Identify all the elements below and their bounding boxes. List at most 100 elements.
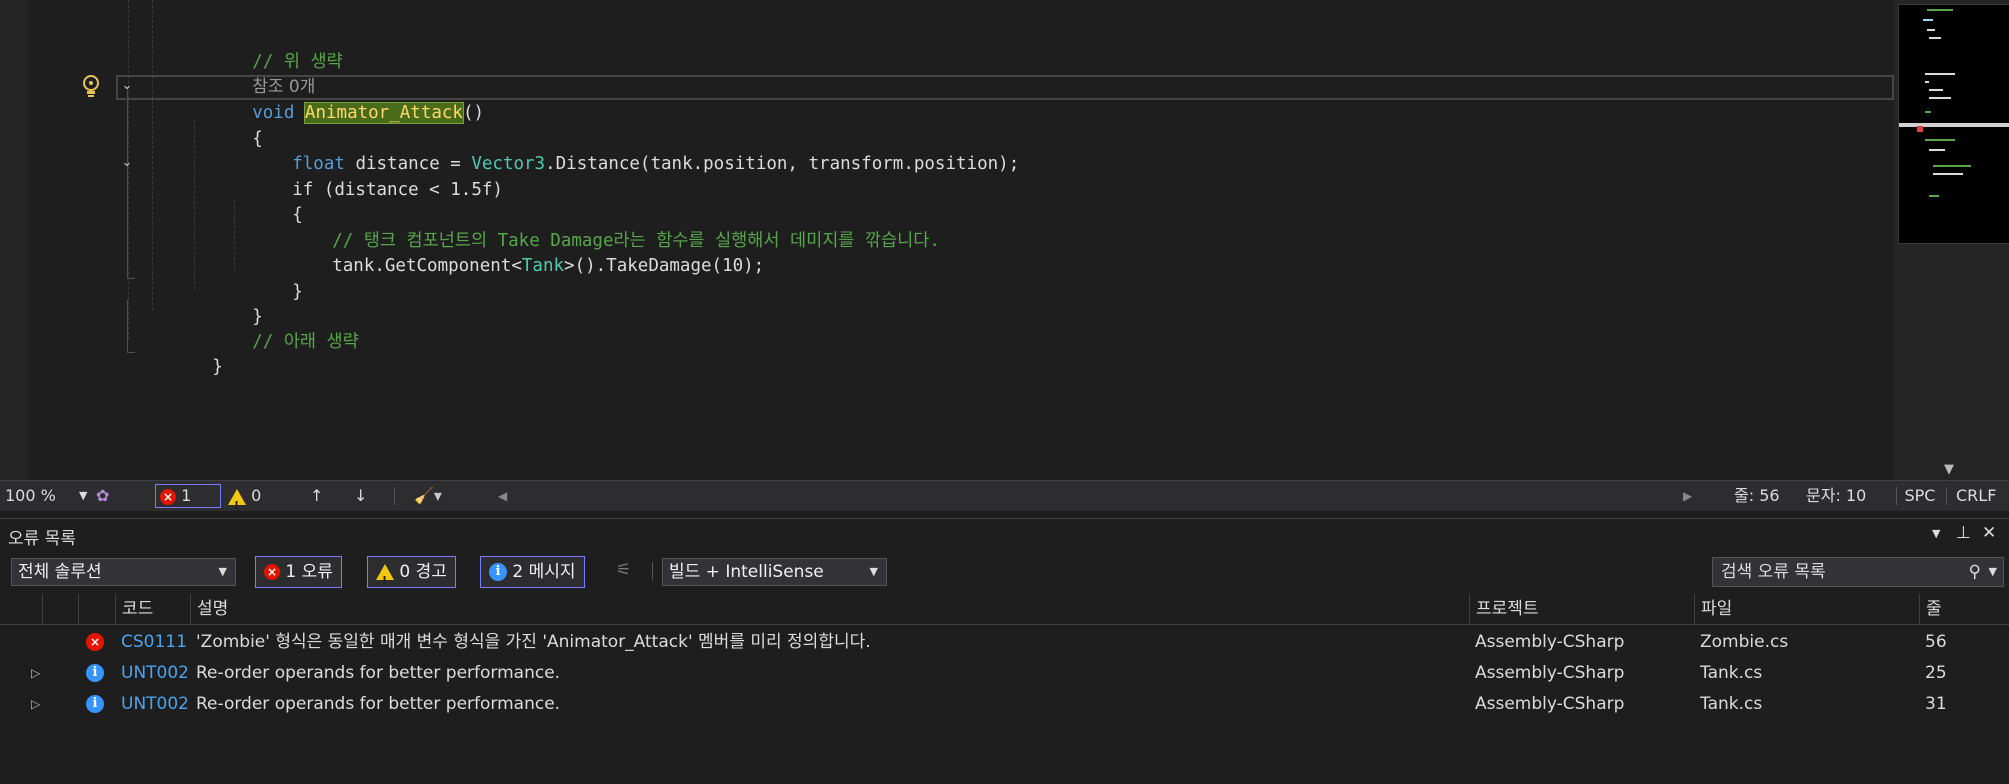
column-description[interactable]: 설명 xyxy=(190,594,1469,624)
divider xyxy=(394,487,395,505)
code-minimap[interactable] xyxy=(1898,4,2009,244)
message-line: 25 xyxy=(1925,663,1947,683)
message-description: Re-order operands for better performance… xyxy=(196,694,561,714)
error-list-toolbar: 전체 솔루션 ▼ × 1 오류 0 경고 i 2 메시지 ⚟ 빌드 + Inte… xyxy=(0,556,2009,596)
whitespace-indicator[interactable]: SPC xyxy=(1896,481,1944,511)
minimap-line xyxy=(1933,165,1971,167)
editor-margin xyxy=(0,0,28,480)
message-line: 31 xyxy=(1925,694,1947,714)
info-icon: i xyxy=(86,658,104,688)
code-line: tank.GetComponent<Tank>().TakeDamage(10)… xyxy=(269,227,764,276)
scroll-left-icon[interactable]: ◀ xyxy=(498,481,507,511)
code-line: // 아래 생략 xyxy=(189,303,359,352)
brace: } xyxy=(292,282,303,302)
table-row[interactable]: × CS0111 'Zombie' 형식은 동일한 매개 변수 형식을 가진 '… xyxy=(0,627,2009,657)
code-line: void Animator_Attack() xyxy=(189,74,484,124)
info-icon: i xyxy=(86,689,104,719)
message-code-link[interactable]: UNT0024 xyxy=(121,658,187,688)
build-source-value: 빌드 + IntelliSense xyxy=(669,562,824,582)
error-code-link[interactable]: CS0111 xyxy=(121,627,187,657)
info-icon: i xyxy=(489,563,507,581)
error-count[interactable]: × 1 xyxy=(160,481,191,511)
warning-icon xyxy=(228,488,246,521)
minimap-line xyxy=(1933,173,1963,175)
column-severity[interactable] xyxy=(78,594,115,624)
message-project: Assembly-CSharp xyxy=(1475,694,1625,714)
code-text: .Distance(tank.position, transform.posit… xyxy=(545,154,1020,174)
column-line[interactable]: 줄 xyxy=(1919,594,2009,624)
arrow-up-icon[interactable]: ↑ xyxy=(310,481,323,511)
minimap-error-marker xyxy=(1917,126,1923,132)
chevron-down-icon: ▼ xyxy=(218,565,227,578)
line-number-indicator[interactable]: 줄: 56 xyxy=(1734,481,1780,511)
error-description: 'Zombie' 형식은 동일한 매개 변수 형식을 가진 'Animator_… xyxy=(196,632,871,652)
scope-value: 전체 솔루션 xyxy=(18,562,102,582)
errors-filter-button[interactable]: × 1 오류 xyxy=(255,556,342,588)
parens: () xyxy=(462,103,485,123)
comment-text: // 아래 생략 xyxy=(252,332,359,352)
table-header: 코드 설명 프로젝트 파일 줄 xyxy=(0,594,2009,625)
chevron-down-icon: ▼ xyxy=(869,565,878,578)
code-line: float distance = Vector3.Distance(tank.p… xyxy=(229,125,1019,174)
error-file: Zombie.cs xyxy=(1700,632,1789,652)
minimap-line xyxy=(1923,19,1933,21)
code-cleanup-icon[interactable]: 🧹▾ xyxy=(414,481,442,511)
table-row[interactable]: ▷ i UNT0024 Re-order operands for better… xyxy=(0,689,2009,719)
line-ending-indicator[interactable]: CRLF xyxy=(1956,481,1996,511)
warning-count[interactable]: 0 xyxy=(228,481,261,521)
zoom-value: 100 % xyxy=(5,486,56,505)
column-project[interactable]: 프로젝트 xyxy=(1469,594,1694,624)
error-line: 56 xyxy=(1925,632,1947,652)
scroll-right-icon[interactable]: ▶ xyxy=(1683,481,1692,511)
minimap-line xyxy=(1925,73,1955,75)
errors-filter-label: 1 오류 xyxy=(285,562,333,582)
copilot-icon[interactable]: ✿ xyxy=(96,481,109,511)
message-description: Re-order operands for better performance… xyxy=(196,663,561,683)
chevron-down-icon[interactable]: ▼ xyxy=(1932,527,1940,540)
chevron-down-icon: ▼ xyxy=(1988,565,1997,578)
search-input[interactable]: 검색 오류 목록 ⚲ ▼ xyxy=(1712,557,2004,587)
minimap-line xyxy=(1929,195,1939,197)
method-name-selected[interactable]: Animator_Attack xyxy=(303,102,464,124)
code-line: } xyxy=(229,253,303,302)
scroll-down-icon[interactable]: ▼ xyxy=(1944,462,1954,477)
zoom-dropdown[interactable]: 100 % ▼ xyxy=(5,481,89,511)
column-expander[interactable] xyxy=(42,594,78,624)
filter-icon[interactable]: ⚟ xyxy=(616,560,631,580)
arrow-down-icon[interactable]: ↓ xyxy=(354,481,367,511)
code-editor[interactable]: ⌄ ⌄ // 위 생략 참조 0개 void Animator_Attack()… xyxy=(0,0,2009,480)
chevron-down-icon: ▼ xyxy=(79,489,88,502)
code-line: } xyxy=(189,278,263,327)
editor-status-bar: 100 % ▼ ✿ × 1 0 ↑ ↓ 🧹▾ ◀ ▶ 줄: 56 문자: 10 … xyxy=(0,480,2009,521)
type-tank: Tank xyxy=(521,256,565,276)
minimap-line xyxy=(1929,97,1951,99)
error-icon: × xyxy=(264,564,280,580)
column-file[interactable]: 파일 xyxy=(1694,594,1919,624)
code-line: { xyxy=(189,100,263,149)
message-file: Tank.cs xyxy=(1700,663,1763,683)
code-text-area[interactable]: // 위 생략 참조 0개 void Animator_Attack() { f… xyxy=(28,0,1896,480)
minimap-viewport-marker xyxy=(1899,123,2009,127)
code-line: if (distance < 1.5f) xyxy=(229,151,503,200)
code-line: } xyxy=(149,328,223,377)
warnings-filter-button[interactable]: 0 경고 xyxy=(367,556,456,596)
expand-arrow-icon[interactable]: ▷ xyxy=(31,689,40,719)
build-source-dropdown[interactable]: 빌드 + IntelliSense ▼ xyxy=(662,558,887,586)
error-list-panel: 오류 목록 ▼ ⊥ ✕ 전체 솔루션 ▼ × 1 오류 0 경고 i 2 메시지… xyxy=(0,518,2009,784)
close-icon[interactable]: ✕ xyxy=(1982,523,1996,543)
search-icon: ⚲ xyxy=(1968,562,1981,582)
expand-arrow-icon[interactable]: ▷ xyxy=(31,658,40,688)
code-text: >().TakeDamage(10); xyxy=(564,256,765,276)
minimap-line xyxy=(1929,89,1943,91)
table-row[interactable]: ▷ i UNT0024 Re-order operands for better… xyxy=(0,658,2009,688)
pin-icon[interactable]: ⊥ xyxy=(1956,523,1971,543)
divider xyxy=(652,562,653,580)
message-code-link[interactable]: UNT0024 xyxy=(121,689,187,719)
error-project: Assembly-CSharp xyxy=(1475,632,1625,652)
error-icon: × xyxy=(86,627,104,657)
scope-dropdown[interactable]: 전체 솔루션 ▼ xyxy=(11,558,236,586)
messages-filter-button[interactable]: i 2 메시지 xyxy=(480,556,585,588)
char-number-indicator[interactable]: 문자: 10 xyxy=(1806,481,1866,511)
minimap-line xyxy=(1925,111,1931,113)
column-code[interactable]: 코드 xyxy=(115,594,190,624)
